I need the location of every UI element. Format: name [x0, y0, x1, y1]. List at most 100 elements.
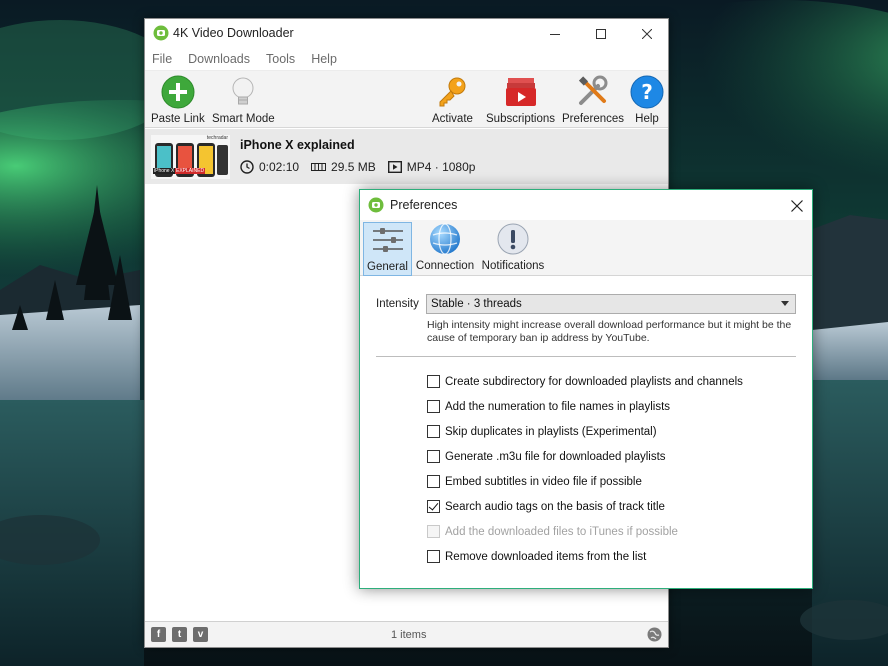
help-question-icon: ?: [630, 75, 664, 109]
window-title: 4K Video Downloader: [173, 26, 294, 40]
option-skip-duplicates[interactable]: Skip duplicates in playlists (Experiment…: [427, 425, 657, 438]
twitter-icon[interactable]: t: [172, 627, 187, 642]
app-logo-icon: [368, 197, 384, 216]
tab-general[interactable]: General: [363, 222, 412, 276]
tools-icon: [576, 75, 610, 109]
intensity-hint: High intensity might increase overall do…: [427, 319, 792, 344]
help-label: Help: [635, 113, 659, 125]
option-remove-downloaded[interactable]: Remove downloaded items from the list: [427, 550, 646, 563]
tab-connection-label: Connection: [415, 260, 475, 272]
preferences-title-bar[interactable]: Preferences: [360, 190, 812, 220]
status-bar: f t v 1 items: [145, 621, 668, 647]
close-icon: [642, 28, 652, 39]
globe-connection-icon: [429, 222, 461, 256]
plus-circle-icon: [161, 75, 195, 109]
option-label: Embed subtitles in video file if possibl…: [445, 475, 642, 488]
paste-link-label: Paste Link: [151, 113, 205, 125]
option-search-audio-tags[interactable]: Search audio tags on the basis of track …: [427, 500, 665, 513]
globe-icon[interactable]: [647, 627, 662, 645]
thumb-caption-a: iPhone X: [153, 168, 176, 174]
preferences-button[interactable]: Preferences: [562, 75, 624, 125]
size-value: 29.5 MB: [331, 160, 376, 174]
video-meta: 0:02:10 29.5 MB MP4 · 1080p: [240, 160, 487, 174]
svg-text:?: ?: [641, 80, 653, 104]
preferences-dialog: Preferences General Connection Notificat…: [359, 189, 813, 589]
option-label: Add the downloaded files to iTunes if po…: [445, 525, 678, 538]
toolbar: Paste Link Smart Mode Activate Subscript…: [145, 70, 668, 128]
tab-notifications[interactable]: Notifications: [480, 222, 546, 276]
preferences-label: Preferences: [562, 113, 625, 125]
size-meta: 29.5 MB: [311, 160, 376, 174]
vimeo-icon[interactable]: v: [193, 627, 208, 642]
option-label: Create subdirectory for downloaded playl…: [445, 375, 743, 388]
smart-mode-button[interactable]: Smart Mode: [212, 75, 275, 125]
dropdown-arrow-icon: [781, 301, 789, 306]
option-generate-m3u[interactable]: Generate .m3u file for downloaded playli…: [427, 450, 666, 463]
subscriptions-label: Subscriptions: [486, 113, 556, 125]
maximize-icon: [596, 28, 606, 39]
close-icon: [791, 200, 803, 212]
option-label: Add the numeration to file names in play…: [445, 400, 671, 413]
video-format-icon: [387, 161, 402, 173]
format-meta: MP4 · 1080p: [387, 160, 476, 174]
intensity-select[interactable]: Stable · 3 threads: [426, 294, 796, 314]
menu-help[interactable]: Help: [311, 52, 337, 66]
separator: [376, 356, 796, 357]
video-title: iPhone X explained: [240, 138, 355, 152]
sliders-icon: [371, 223, 405, 257]
app-logo-icon: [153, 25, 169, 44]
activate-label: Activate: [432, 113, 473, 125]
option-create-subdirectory[interactable]: Create subdirectory for downloaded playl…: [427, 375, 743, 388]
option-add-to-itunes: Add the downloaded files to iTunes if po…: [427, 525, 678, 538]
checkbox[interactable]: [427, 450, 440, 463]
tab-connection[interactable]: Connection: [414, 222, 476, 276]
option-label: Search audio tags on the basis of track …: [445, 500, 665, 513]
video-thumbnail: techradar iPhone X EXPLAINED: [151, 135, 230, 179]
clock-icon: [240, 160, 254, 174]
help-button[interactable]: ? Help: [630, 75, 664, 125]
paste-link-button[interactable]: Paste Link: [151, 75, 205, 125]
items-count: 1 items: [391, 629, 427, 641]
thumb-caption-b: EXPLAINED: [175, 168, 206, 174]
activate-button[interactable]: Activate: [432, 75, 473, 125]
minimize-button[interactable]: [532, 19, 578, 48]
filesize-icon: [311, 163, 327, 171]
preferences-title: Preferences: [390, 198, 458, 212]
checkbox[interactable]: [427, 400, 440, 413]
menu-bar: File Downloads Tools Help: [145, 48, 668, 70]
minimize-icon: [550, 33, 560, 35]
checkbox-checked[interactable]: [427, 500, 440, 513]
duration-meta: 0:02:10: [240, 160, 299, 174]
smart-mode-label: Smart Mode: [212, 113, 275, 125]
option-embed-subtitles[interactable]: Embed subtitles in video file if possibl…: [427, 475, 642, 488]
key-icon: [435, 75, 469, 109]
format-value: MP4 · 1080p: [406, 160, 476, 174]
checkbox[interactable]: [427, 375, 440, 388]
intensity-label: Intensity: [376, 298, 419, 310]
download-item-row[interactable]: techradar iPhone X EXPLAINED iPhone X ex…: [145, 129, 668, 184]
subscriptions-button[interactable]: Subscriptions: [486, 75, 555, 125]
option-add-numeration[interactable]: Add the numeration to file names in play…: [427, 400, 670, 413]
subscriptions-icon: [504, 75, 538, 109]
facebook-icon[interactable]: f: [151, 627, 166, 642]
thumb-brand: techradar: [206, 135, 228, 141]
checkbox[interactable]: [427, 475, 440, 488]
option-label: Remove downloaded items from the list: [445, 550, 647, 563]
checkbox-disabled: [427, 525, 440, 538]
checkbox[interactable]: [427, 425, 440, 438]
maximize-button[interactable]: [578, 19, 624, 48]
lightbulb-icon: [226, 75, 260, 109]
checkbox[interactable]: [427, 550, 440, 563]
menu-file[interactable]: File: [152, 52, 172, 66]
duration-value: 0:02:10: [259, 160, 300, 174]
tab-general-label: General: [367, 261, 408, 273]
close-button[interactable]: [624, 19, 670, 48]
tab-notifications-label: Notifications: [481, 260, 545, 272]
option-label: Generate .m3u file for downloaded playli…: [445, 450, 666, 463]
exclamation-icon: [497, 222, 529, 256]
menu-downloads[interactable]: Downloads: [188, 52, 250, 66]
title-bar[interactable]: 4K Video Downloader: [145, 19, 668, 48]
preferences-close-button[interactable]: [791, 195, 803, 217]
menu-tools[interactable]: Tools: [266, 52, 295, 66]
intensity-value: Stable · 3 threads: [431, 298, 522, 310]
